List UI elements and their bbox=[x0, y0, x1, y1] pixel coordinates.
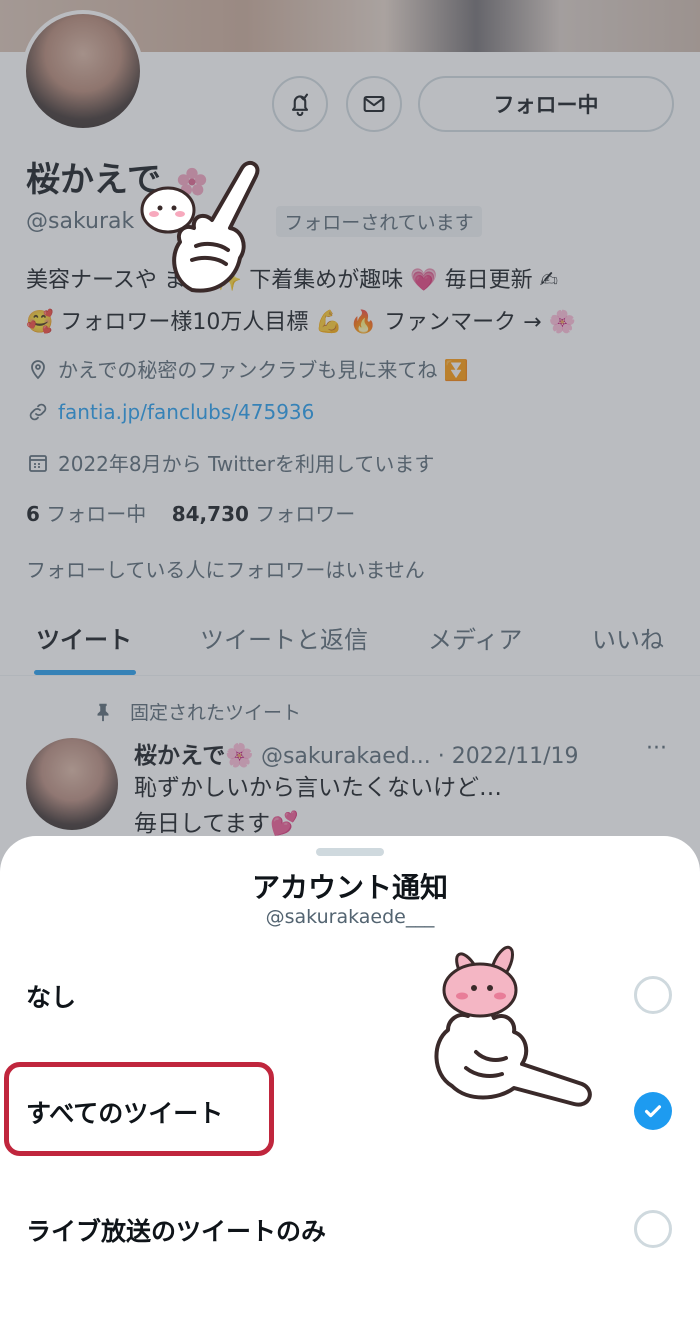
sheet-subtitle: @sakurakaede___ bbox=[265, 906, 435, 928]
option-all-tweets[interactable]: すべてのツイート bbox=[26, 1094, 223, 1130]
sheet-title: アカウント通知 bbox=[251, 871, 448, 904]
radio-all-tweets[interactable] bbox=[634, 1092, 672, 1130]
check-icon bbox=[644, 1105, 662, 1118]
pointing-hand-sticker bbox=[140, 160, 260, 293]
option-live-broadcast-only[interactable]: ライブ放送のツイートのみ bbox=[26, 1212, 326, 1248]
radio-none[interactable] bbox=[634, 976, 672, 1014]
sheet-grabber[interactable] bbox=[316, 848, 384, 856]
radio-live-broadcast-only[interactable] bbox=[634, 1210, 672, 1248]
option-none[interactable]: なし bbox=[26, 978, 76, 1014]
pointing-hand-rabbit-sticker bbox=[434, 945, 592, 1107]
